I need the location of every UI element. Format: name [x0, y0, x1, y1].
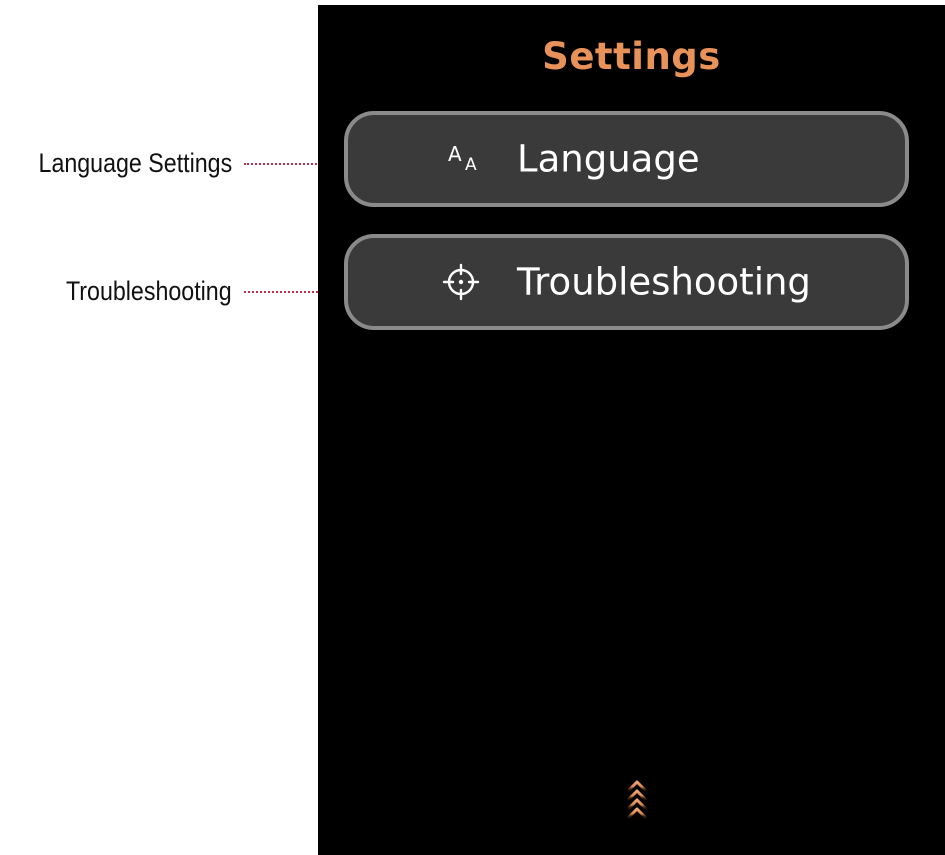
chevrons-up-icon[interactable]: [622, 777, 652, 833]
page-title: Settings: [542, 35, 721, 78]
svg-text:A: A: [448, 142, 462, 166]
language-label: Language: [517, 137, 700, 181]
device-screen: Settings A A Language Troubleshooting: [318, 5, 945, 855]
font-size-icon: A A: [446, 139, 486, 179]
svg-text:A: A: [465, 155, 477, 175]
manual-figure: Language Settings Troubleshooting Settin…: [0, 0, 945, 855]
troubleshooting-button[interactable]: Troubleshooting: [344, 234, 909, 330]
crosshair-icon: [441, 262, 481, 302]
language-button[interactable]: A A Language: [344, 111, 909, 207]
callout-label: Troubleshooting: [66, 276, 232, 306]
callout-label: Language Settings: [38, 148, 232, 178]
troubleshooting-label: Troubleshooting: [517, 260, 811, 304]
